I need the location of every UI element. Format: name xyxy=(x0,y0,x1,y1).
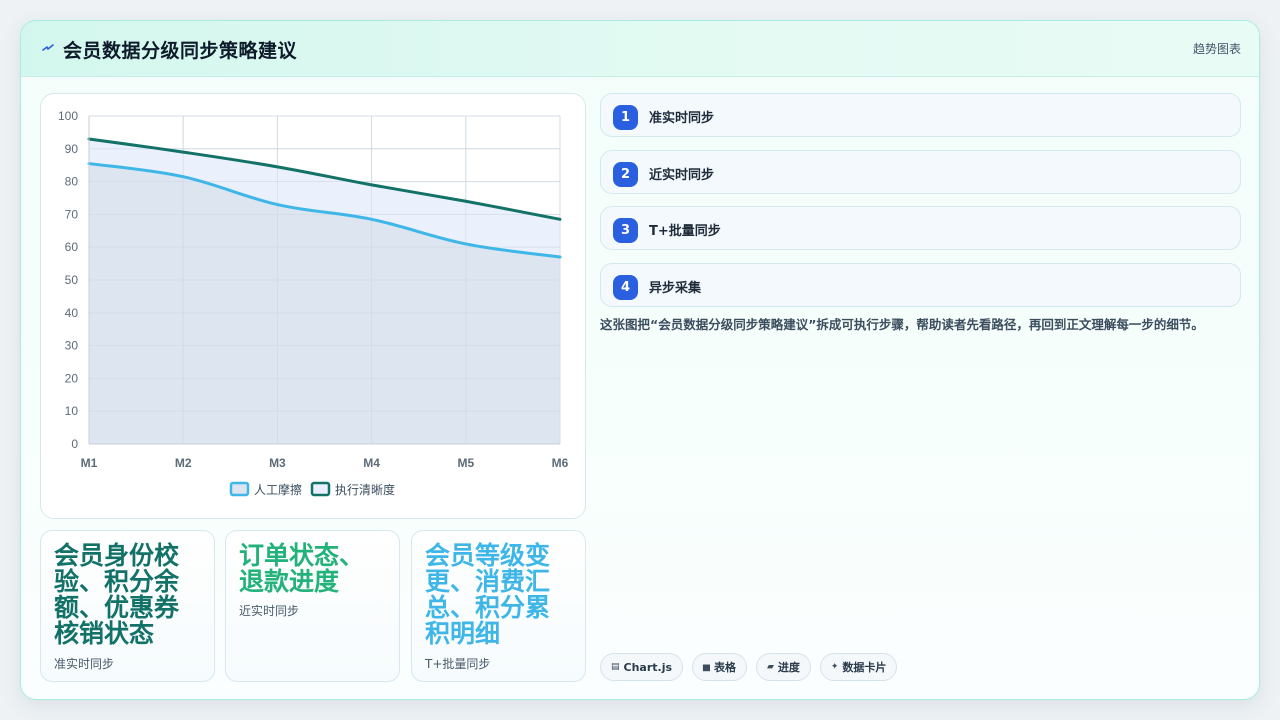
tag-label: 表格 xyxy=(713,661,736,674)
header-tag: 趋势图表 xyxy=(1192,42,1241,56)
y-tick-label: 40 xyxy=(65,306,79,320)
steps-list: 1 准实时同步 2 近实时同步 3 T+批量同步 4 异步采集 xyxy=(600,93,1241,320)
tag-label: 数据卡片 xyxy=(842,661,887,674)
x-tick-label: M6 xyxy=(552,456,569,470)
y-tick-label: 90 xyxy=(65,142,79,156)
tag-list: ▤ Chart.js ▅ 表格 ▰ 进度 ✦ 数据卡片 xyxy=(600,653,898,681)
sparkle-icon: ✦ xyxy=(830,662,839,672)
tag-label: 进度 xyxy=(777,661,800,674)
y-tick-label: 0 xyxy=(71,437,78,451)
metric-label: 近实时同步 xyxy=(239,604,300,618)
y-tick-label: 100 xyxy=(58,109,78,123)
step-label: T+批量同步 xyxy=(649,224,721,240)
step-number-badge: 1 xyxy=(613,105,638,130)
chart-icon: ▤ xyxy=(611,662,620,672)
x-tick-label: M4 xyxy=(363,456,380,470)
strategy-card: 会员数据分级同步策略建议 趋势图表 0 10 20 30 40 50 60 70 80 90 100… xyxy=(20,20,1260,700)
tag-chartjs[interactable]: ▤ Chart.js xyxy=(600,653,684,681)
bolt-icon xyxy=(42,44,54,51)
step-label: 近实时同步 xyxy=(649,167,715,183)
y-tick-label: 60 xyxy=(65,240,79,254)
legend-label: 人工摩擦 xyxy=(254,482,302,497)
step-label: 准实时同步 xyxy=(649,111,715,126)
progress-icon: ▰ xyxy=(766,662,774,672)
metric-card-1: 会员身份校验、积分余额、优惠券核销状态 准实时同步 xyxy=(40,530,215,682)
step-number-badge: 2 xyxy=(613,161,638,187)
description-text: 这张图把“会员数据分级同步策略建议”拆成可执行步骤，帮助读者先看路径，再回到正文… xyxy=(600,317,1204,332)
y-tick-label: 70 xyxy=(65,207,79,221)
y-tick-label: 30 xyxy=(65,339,79,353)
x-tick-label: M2 xyxy=(175,456,192,470)
step-item[interactable]: 3 T+批量同步 xyxy=(600,206,1241,251)
metric-value: 会员身份校验、积分余额、优惠券核销状态 xyxy=(54,541,180,648)
x-tick-label: M1 xyxy=(81,456,98,470)
legend-label: 执行清晰度 xyxy=(335,482,395,497)
card-header: 会员数据分级同步策略建议 趋势图表 xyxy=(21,21,1259,77)
trend-chart-panel: 0 10 20 30 40 50 60 70 80 90 100 M1 M2 M3 M4 M5 M6 人工摩擦 执行… xyxy=(40,93,586,519)
metric-label: 准实时同步 xyxy=(54,657,115,671)
step-label: 异步采集 xyxy=(649,281,702,297)
step-number-badge: 4 xyxy=(613,275,638,301)
step-item[interactable]: 4 异步采集 xyxy=(600,263,1241,308)
tag-label: Chart.js xyxy=(623,660,673,674)
trend-chart: 0 10 20 30 40 50 60 70 80 90 100 M1 M2 M3 M4 M5 M6 人工摩擦 执行… xyxy=(58,109,569,497)
metric-label: T+批量同步 xyxy=(425,657,491,671)
page-title: 会员数据分级同步策略建议 xyxy=(63,40,298,62)
step-item[interactable]: 1 准实时同步 xyxy=(600,93,1241,137)
y-tick-label: 20 xyxy=(65,371,79,385)
legend-swatch xyxy=(310,481,331,497)
x-tick-label: M5 xyxy=(457,456,474,470)
step-item[interactable]: 2 近实时同步 xyxy=(600,149,1241,194)
x-tick-label: M3 xyxy=(269,456,286,470)
y-tick-label: 50 xyxy=(65,273,79,287)
tag-table[interactable]: ▅ 表格 xyxy=(692,653,747,681)
metric-card-3: 会员等级变更、消费汇总、积分累积明细 T+批量同步 xyxy=(411,530,586,682)
metric-value: 订单状态、退款进度 xyxy=(239,541,365,596)
metric-card-2: 订单状态、退款进度 近实时同步 xyxy=(225,530,400,682)
step-number-badge: 3 xyxy=(613,218,638,244)
y-tick-label: 80 xyxy=(65,175,79,189)
y-tick-label: 10 xyxy=(65,404,79,418)
table-icon: ▅ xyxy=(703,662,710,672)
legend-swatch xyxy=(229,481,250,497)
tag-data-card[interactable]: ✦ 数据卡片 xyxy=(819,653,898,681)
metric-value: 会员等级变更、消费汇总、积分累积明细 xyxy=(425,541,551,648)
tag-progress[interactable]: ▰ 进度 xyxy=(755,653,811,681)
